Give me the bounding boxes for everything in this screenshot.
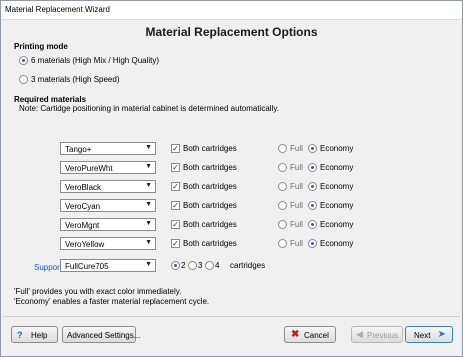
material-select-value: VeroMgnt [65,221,100,230]
support-count-3-label: 3 [198,261,203,270]
both-cartridges-checkbox[interactable]: ✓ [171,220,180,229]
printing-mode-title: Printing mode [14,42,68,51]
full-label: Full [290,220,303,229]
material-select[interactable]: VeroBlack ▼ [60,180,156,193]
full-radio[interactable] [278,163,287,172]
mode-6-materials-radio[interactable] [19,56,28,65]
full-label: Full [290,163,303,172]
material-select-value: VeroYellow [65,240,105,249]
both-cartridges-label: Both cartridges [183,144,237,153]
economy-radio[interactable] [308,239,317,248]
support-material-value: FullCure705 [65,262,109,271]
economy-radio[interactable] [308,182,317,191]
material-select-value: VeroBlack [65,183,102,192]
support-count-4-radio[interactable] [205,261,214,270]
economy-label: Economy [320,201,354,210]
mode-3-materials-label: 3 materials (High Speed) [31,75,120,84]
both-cartridges-label: Both cartridges [183,182,237,191]
economy-label: Economy [320,220,354,229]
chevron-down-icon: ▼ [145,239,152,246]
wizard-window: Material Replacement Wizard Material Rep… [0,0,463,357]
chevron-down-icon: ▼ [145,182,152,189]
chevron-down-icon: ▼ [145,201,152,208]
footnote-full: 'Full' provides you with exact color imm… [14,287,182,296]
economy-label: Economy [320,144,354,153]
economy-radio[interactable] [308,220,317,229]
material-select[interactable]: VeroMgnt ▼ [60,218,156,231]
arrow-left-icon: ◀ [356,329,363,339]
cancel-button-label: Cancel [304,331,329,340]
previous-button-label: Previous [367,331,399,340]
support-count-4-label: 4 [215,261,220,270]
full-radio[interactable] [278,220,287,229]
support-material-select[interactable]: FullCure705 ▼ [60,259,156,272]
full-radio[interactable] [278,182,287,191]
advanced-settings-label: Advanced Settings... [67,331,141,340]
economy-label: Economy [320,239,354,248]
full-radio[interactable] [278,201,287,210]
support-count-2-label: 2 [181,261,186,270]
previous-button[interactable]: ◀ Previous [351,326,403,343]
material-select-value: VeroCyan [65,202,101,211]
help-button[interactable]: ? Help [11,326,58,343]
help-button-label: Help [31,331,48,340]
chevron-down-icon: ▼ [145,220,152,227]
chevron-down-icon: ▼ [145,144,152,151]
both-cartridges-checkbox[interactable]: ✓ [171,163,180,172]
cartridge-note: Note: Cartidge positioning in material c… [19,104,279,113]
footer-separator [3,316,460,317]
both-cartridges-checkbox[interactable]: ✓ [171,144,180,153]
full-label: Full [290,182,303,191]
page-title: Material Replacement Options [145,25,318,39]
support-cartridges-label: cartridges [230,261,266,270]
both-cartridges-label: Both cartridges [183,163,237,172]
material-select[interactable]: VeroPureWht ▼ [60,161,156,174]
mode-3-materials-radio[interactable] [19,75,28,84]
material-select[interactable]: VeroYellow ▼ [60,237,156,250]
title-bar: Material Replacement Wizard [1,1,462,20]
close-icon: ✖ [291,329,300,340]
support-count-2-radio[interactable] [171,261,180,270]
support-count-3-radio[interactable] [188,261,197,270]
material-select-value: VeroPureWht [65,164,113,173]
economy-radio[interactable] [308,163,317,172]
next-button[interactable]: Next ➤ [405,326,453,343]
economy-radio[interactable] [308,144,317,153]
arrow-right-icon: ➤ [437,329,446,340]
chevron-down-icon: ▼ [145,261,152,268]
material-select-value: Tango+ [65,145,92,154]
economy-radio[interactable] [308,201,317,210]
economy-label: Economy [320,182,354,191]
support-label: Support [34,263,63,272]
full-label: Full [290,201,303,210]
mode-6-materials-label: 6 materials (High Mix / High Quality) [31,56,160,65]
help-icon: ? [17,330,23,340]
full-label: Full [290,144,303,153]
both-cartridges-checkbox[interactable]: ✓ [171,201,180,210]
full-radio[interactable] [278,144,287,153]
full-label: Full [290,239,303,248]
required-materials-title: Required materials [14,95,87,104]
window-title: Material Replacement Wizard [5,5,110,14]
economy-label: Economy [320,163,354,172]
both-cartridges-label: Both cartridges [183,201,237,210]
next-button-label: Next [414,331,431,340]
both-cartridges-checkbox[interactable]: ✓ [171,182,180,191]
full-radio[interactable] [278,239,287,248]
chevron-down-icon: ▼ [145,163,152,170]
advanced-settings-button[interactable]: Advanced Settings... [62,326,140,343]
material-select[interactable]: Tango+ ▼ [60,142,156,155]
both-cartridges-label: Both cartridges [183,220,237,229]
both-cartridges-checkbox[interactable]: ✓ [171,239,180,248]
both-cartridges-label: Both cartridges [183,239,237,248]
cancel-button[interactable]: ✖ Cancel [284,326,336,343]
footnote-economy: 'Economy' enables a faster material repl… [14,297,210,306]
material-select[interactable]: VeroCyan ▼ [60,199,156,212]
